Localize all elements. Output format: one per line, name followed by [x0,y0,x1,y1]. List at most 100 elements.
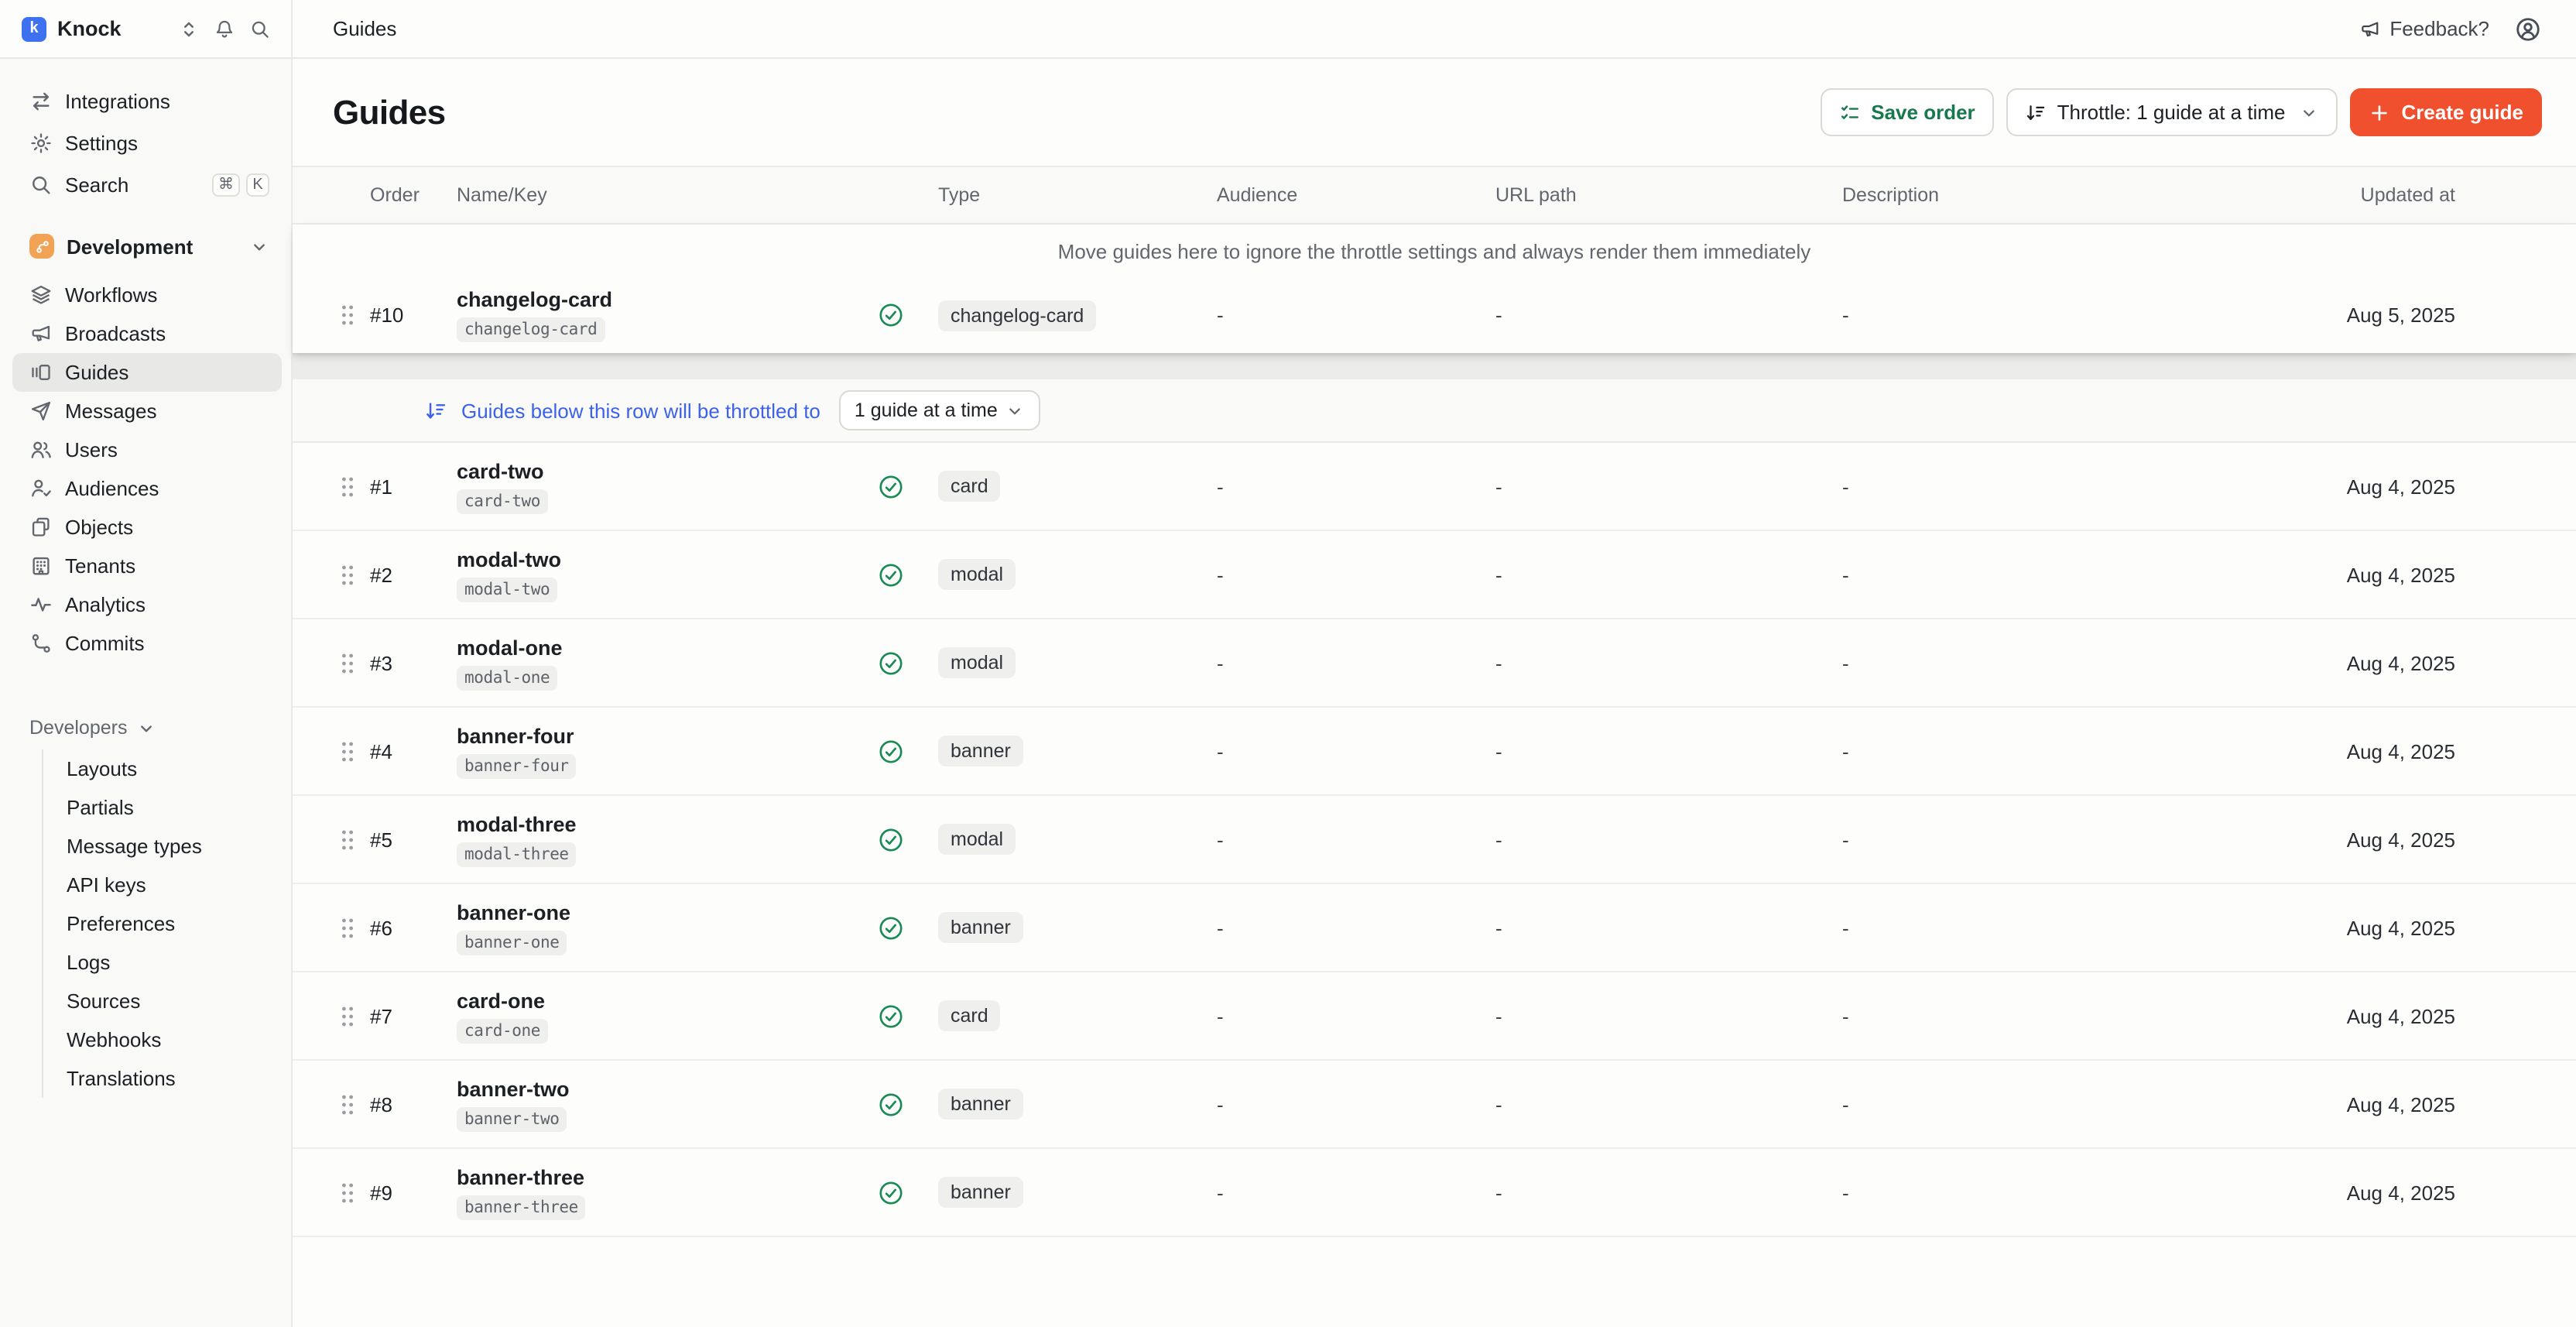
sidebar-item-integrations[interactable]: Integrations [12,81,282,122]
drag-handle[interactable] [327,475,367,498]
guide-audience: - [1192,303,1471,327]
guide-description: - [1817,475,2328,498]
create-guide-button[interactable]: Create guide [2351,88,2543,136]
sidebar-item-commits[interactable]: Commits [12,624,282,663]
drag-handle[interactable] [327,916,367,939]
sidebar-item-audiences[interactable]: Audiences [12,469,282,508]
workspace-name[interactable]: Knock [57,17,122,40]
sidebar-item-layouts[interactable]: Layouts [67,749,291,788]
guide-status-check-icon [861,561,920,588]
feedback-button[interactable]: Feedback? [2358,17,2489,40]
guide-name[interactable]: modal-three [457,812,577,835]
guide-name[interactable]: card-one [457,989,545,1012]
sidebar-item-webhooks[interactable]: Webhooks [67,1020,291,1059]
sidebar-item-api-keys[interactable]: API keys [67,866,291,904]
sort-descending-icon [424,399,447,422]
sidebar-item-sources[interactable]: Sources [67,982,291,1020]
guide-name[interactable]: modal-one [457,636,563,659]
table-header: Order Name/Key Type Audience URL path De… [293,166,2576,225]
sidebar-item-analytics[interactable]: Analytics [12,585,282,624]
breadcrumb[interactable]: Guides [333,17,396,40]
sidebar-item-users[interactable]: Users [12,430,282,469]
table-row[interactable]: #2 modal-two modal-two modal - - - Aug 4… [293,531,2576,619]
drag-handle[interactable] [327,1004,367,1027]
search-icon [29,173,53,197]
chevrons-up-down-icon[interactable] [176,16,201,41]
table-row[interactable]: #8 banner-two banner-two banner - - - Au… [293,1061,2576,1149]
guide-audience: - [1192,475,1471,498]
drag-handle[interactable] [327,1181,367,1204]
guide-type-cell: banner [920,736,1192,766]
table-row[interactable]: #10 changelog-card changelog-card change… [293,277,2576,353]
guide-name[interactable]: banner-four [457,724,574,747]
guide-order: #6 [367,916,438,939]
sort-descending-icon [2025,101,2047,123]
guide-updated-at: Aug 4, 2025 [2328,1181,2576,1204]
guide-updated-at: Aug 4, 2025 [2328,1004,2576,1027]
sidebar-item-translations[interactable]: Translations [67,1059,291,1098]
guide-type-cell: banner [920,1089,1192,1120]
sidebar-item-logs[interactable]: Logs [67,943,291,982]
table-row[interactable]: #3 modal-one modal-one modal - - - Aug 4… [293,619,2576,708]
table-row[interactable]: #5 modal-three modal-three modal - - - A… [293,796,2576,884]
save-order-button[interactable]: Save order [1820,88,1993,136]
guide-name[interactable]: modal-two [457,547,561,571]
git-branch-icon [29,632,53,655]
drop-gap [293,353,2576,379]
table-row[interactable]: #6 banner-one banner-one banner - - - Au… [293,884,2576,972]
sub-item-label: API keys [67,873,146,897]
sidebar-item-partials[interactable]: Partials [67,788,291,827]
guide-url-path: - [1471,303,1817,327]
sidebar-item-broadcasts[interactable]: Broadcasts [12,314,282,353]
sidebar-item-search[interactable]: Search ⌘ K [12,164,282,206]
guide-url-path: - [1471,916,1817,939]
drag-handle[interactable] [327,651,367,674]
guide-type-cell: changelog-card [920,300,1192,331]
building-icon [29,554,53,578]
guide-url-path: - [1471,1181,1817,1204]
notifications-bell-icon[interactable] [212,16,237,41]
developers-section-toggle[interactable]: Developers [12,709,282,746]
sidebar-item-objects[interactable]: Objects [12,508,282,547]
account-avatar-icon[interactable] [2514,15,2542,43]
chevron-down-icon [1005,400,1026,420]
guide-url-path: - [1471,1004,1817,1027]
kbd-command: ⌘ [212,173,240,197]
guide-name[interactable]: banner-three [457,1165,584,1188]
drag-handle[interactable] [327,828,367,851]
guide-description: - [1817,563,2328,586]
guide-url-path: - [1471,563,1817,586]
sidebar-item-message-types[interactable]: Message types [67,827,291,866]
drag-handle[interactable] [327,563,367,586]
drag-handle[interactable] [327,1092,367,1116]
guide-name[interactable]: banner-two [457,1077,570,1100]
sidebar-item-workflows[interactable]: Workflows [12,276,282,314]
guide-url-path: - [1471,651,1817,674]
table-row[interactable]: #4 banner-four banner-four banner - - - … [293,708,2576,796]
sidebar-item-tenants[interactable]: Tenants [12,547,282,585]
guide-description: - [1817,739,2328,763]
sub-item-label: Message types [67,835,202,858]
table-row[interactable]: #7 card-one card-one card - - - Aug 4, 2… [293,972,2576,1061]
sidebar-item-settings[interactable]: Settings [12,122,282,164]
table-row[interactable]: #9 banner-three banner-three banner - - … [293,1149,2576,1237]
guide-name[interactable]: changelog-card [457,288,612,311]
sidebar-item-preferences[interactable]: Preferences [67,904,291,943]
sidebar-item-guides[interactable]: Guides [12,353,282,392]
page-title: Guides [333,92,446,132]
guide-name[interactable]: card-two [457,459,544,482]
megaphone-icon [2358,18,2380,39]
search-icon[interactable] [248,16,272,41]
guide-type-badge: modal [938,559,1016,590]
environment-switcher[interactable]: Development [12,223,282,269]
chevron-down-icon [2300,102,2320,122]
guide-key-badge: card-two [457,489,548,513]
throttle-dropdown-button[interactable]: Throttle: 1 guide at a time [2006,88,2338,136]
guide-type-badge: card [938,1000,1001,1031]
guide-name[interactable]: banner-one [457,900,570,924]
drag-handle[interactable] [327,739,367,763]
throttle-value-select[interactable]: 1 guide at a time [839,390,1041,430]
drag-handle[interactable] [327,303,367,327]
table-row[interactable]: #1 card-two card-two card - - - Aug 4, 2… [293,443,2576,531]
sidebar-item-messages[interactable]: Messages [12,392,282,430]
